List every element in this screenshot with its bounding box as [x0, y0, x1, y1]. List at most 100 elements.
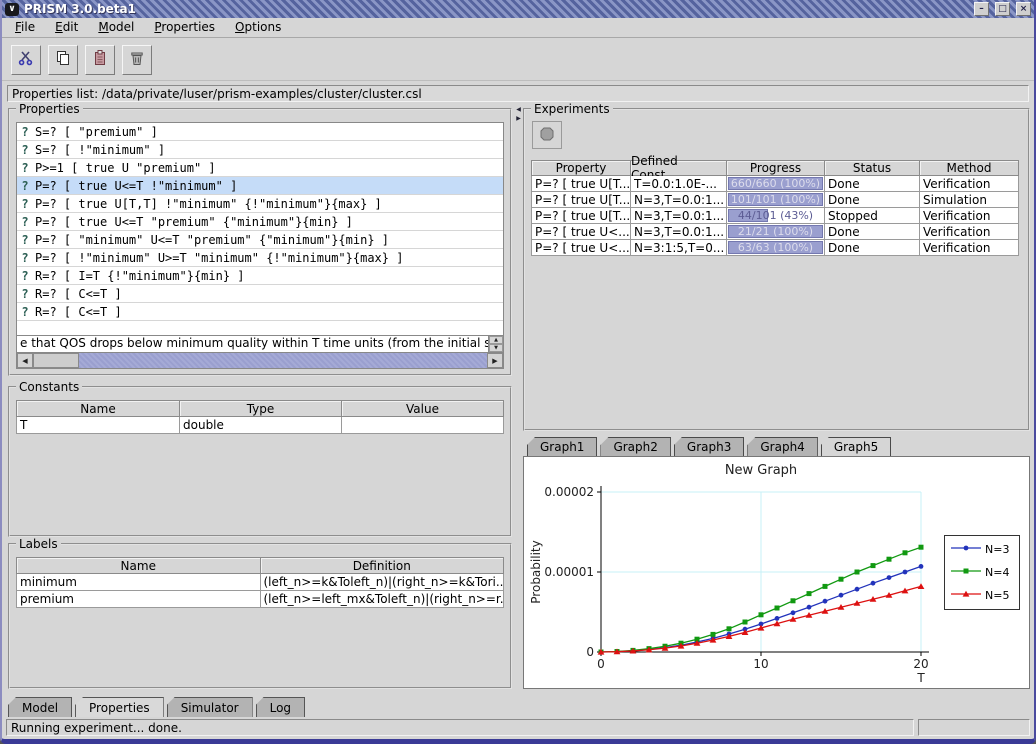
spinner-down-icon[interactable]: ▼	[489, 344, 503, 352]
column-header[interactable]: Defined Const...	[630, 160, 727, 176]
experiment-row[interactable]: P=? [ true U<...N=3,T=0.0:1...21/21 (100…	[531, 224, 1022, 240]
cut-button[interactable]	[11, 45, 41, 75]
graph-panel: Graph1Graph2Graph3Graph4Graph5 New Graph…	[523, 437, 1030, 689]
tab-graph4[interactable]: Graph4	[747, 437, 817, 456]
property-row[interactable]: ?R=? [ I=T {!"minimum"}{min} ]	[17, 267, 503, 285]
chart-legend: N=3 N=4 N=5	[944, 535, 1020, 610]
copy-icon	[54, 49, 72, 70]
legend-item: N=4	[951, 566, 1013, 579]
tab-simulator[interactable]: Simulator	[167, 697, 253, 717]
legend-label: N=5	[985, 589, 1009, 602]
stop-experiment-button[interactable]	[532, 121, 562, 149]
legend-item: N=3	[951, 543, 1013, 556]
tab-graph5[interactable]: Graph5	[821, 437, 891, 456]
labels-group: Labels NameDefinitionminimum(left_n>=k&T…	[8, 543, 512, 689]
cell: minimum	[16, 574, 261, 591]
splitter-arrows[interactable]: ◀ ▶	[515, 106, 522, 124]
experiment-row[interactable]: P=? [ true U[T...N=3,T=0.0:1...101/101 (…	[531, 192, 1022, 208]
column-header[interactable]: Name	[16, 557, 261, 574]
label-row[interactable]: premium(left_n>=left_mx&Toleft_n)|(right…	[16, 591, 504, 608]
experiment-row[interactable]: P=? [ true U[T...T=0.0:1.0E-...660/660 (…	[531, 176, 1022, 192]
menu-properties[interactable]: Properties	[154, 20, 215, 35]
property-cell: P=? [ true U<...	[531, 240, 631, 256]
scroll-left-icon[interactable]: ◀	[17, 353, 33, 368]
legend-label: N=4	[985, 566, 1009, 579]
column-header[interactable]: Type	[179, 400, 342, 417]
tab-graph2[interactable]: Graph2	[600, 437, 670, 456]
menu-options[interactable]: Options	[235, 20, 281, 35]
column-header[interactable]: Definition	[260, 557, 505, 574]
table-header-row: PropertyDefined Const...ProgressStatusMe…	[531, 160, 1022, 176]
experiment-row[interactable]: P=? [ true U[T...N=3,T=0.0:1...44/101 (4…	[531, 208, 1022, 224]
legend-item: N=5	[951, 589, 1013, 602]
question-icon: ?	[20, 143, 30, 157]
minimize-button[interactable]: –	[974, 2, 989, 16]
property-row[interactable]: ?S=? [ "premium" ]	[17, 123, 503, 141]
scrollbar-track[interactable]	[79, 353, 487, 368]
constants-cell: T=0.0:1.0E-...	[630, 176, 727, 192]
property-row[interactable]: ?P=? [ true U<=T "premium" {"minimum"}{m…	[17, 213, 503, 231]
property-row[interactable]: ? S=? [ !"minimum" ]	[17, 141, 503, 159]
property-row[interactable]: ?R=? [ C<=T ]	[17, 303, 503, 321]
column-header[interactable]: Method	[919, 160, 1019, 176]
window-menu-icon[interactable]: ∨	[5, 3, 19, 16]
cell: premium	[16, 591, 261, 608]
property-text: S=? [ !"minimum" ]	[35, 143, 165, 157]
property-row[interactable]: ?P=? [ "minimum" U<=T "premium" {"minimu…	[17, 231, 503, 249]
toolbar	[2, 39, 1034, 81]
property-row[interactable]: ?P=? [ true U[T,T] !"minimum" {!"minimum…	[17, 195, 503, 213]
property-comment-row: e that QOS drops below minimum quality w…	[17, 335, 503, 352]
column-header[interactable]: Value	[341, 400, 504, 417]
scrollbar-thumb[interactable]	[33, 353, 79, 368]
copy-button[interactable]	[48, 45, 78, 75]
constants-cell: N=3:1:5,T=0...	[630, 240, 727, 256]
property-row[interactable]: ? R=? [ C<=T ]	[17, 285, 503, 303]
property-row[interactable]: ?P=? [ true U<=T !"minimum" ]	[17, 177, 503, 195]
question-icon: ?	[20, 305, 30, 319]
constants-cell: N=3,T=0.0:1...	[630, 192, 727, 208]
splitter-right-icon[interactable]: ▶	[516, 115, 521, 122]
property-comment-field[interactable]: e that QOS drops below minimum quality w…	[17, 336, 488, 352]
close-button[interactable]: ×	[1016, 2, 1031, 16]
constants-cell: N=3,T=0.0:1...	[630, 208, 727, 224]
tab-model[interactable]: Model	[8, 697, 72, 717]
prism-window: ∨ PRISM 3.0.beta1 – □ × FileEditModelPro…	[0, 0, 1036, 744]
menu-model[interactable]: Model	[98, 20, 134, 35]
label-row[interactable]: minimum(left_n>=k&Toleft_n)|(right_n>=k&…	[16, 574, 504, 591]
column-header[interactable]: Property	[531, 160, 631, 176]
menu-file[interactable]: File	[15, 20, 35, 35]
question-icon: ?	[20, 287, 30, 301]
spinner-up-icon[interactable]: ▲	[489, 336, 503, 344]
menu-edit[interactable]: Edit	[55, 20, 78, 35]
tab-properties[interactable]: Properties	[75, 697, 164, 717]
constant-row[interactable]: Tdouble	[16, 417, 504, 434]
tab-log[interactable]: Log	[256, 697, 305, 717]
method-cell: Verification	[919, 240, 1019, 256]
property-text: P>=1 [ true U "premium" ]	[35, 161, 216, 175]
progress-cell: 44/101 (43%)	[726, 208, 825, 224]
tab-graph3[interactable]: Graph3	[674, 437, 744, 456]
column-header[interactable]: Name	[16, 400, 180, 417]
svg-text:20: 20	[913, 657, 928, 671]
properties-list: ?S=? [ "premium" ]? S=? [ !"minimum" ]? P>…	[16, 122, 504, 369]
scroll-right-icon[interactable]: ▶	[487, 353, 503, 368]
column-header[interactable]: Status	[824, 160, 920, 176]
property-row[interactable]: ?P=? [ !"minimum" U>=T "minimum" {!"mini…	[17, 249, 503, 267]
tab-graph1[interactable]: Graph1	[527, 437, 597, 456]
column-header[interactable]: Progress	[726, 160, 825, 176]
splitter-left-icon[interactable]: ◀	[516, 106, 521, 113]
property-cell: P=? [ true U[T...	[531, 176, 631, 192]
property-row[interactable]: ? P>=1 [ true U "premium" ]	[17, 159, 503, 177]
titlebar[interactable]: ∨ PRISM 3.0.beta1 – □ ×	[2, 0, 1034, 18]
legend-label: N=3	[985, 543, 1009, 556]
horizontal-scrollbar: ◀ ▶	[17, 352, 503, 368]
progress-text: 44/101 (43%)	[738, 209, 813, 222]
status-cell: Done	[824, 176, 920, 192]
maximize-button[interactable]: □	[995, 2, 1010, 16]
paste-button[interactable]	[85, 45, 115, 75]
delete-button[interactable]	[122, 45, 152, 75]
question-icon: ?	[20, 161, 30, 175]
progress-text: 101/101 (100%)	[731, 193, 820, 206]
property-text: R=? [ C<=T ]	[35, 287, 122, 301]
experiment-row[interactable]: P=? [ true U<...N=3:1:5,T=0...63/63 (100…	[531, 240, 1022, 256]
